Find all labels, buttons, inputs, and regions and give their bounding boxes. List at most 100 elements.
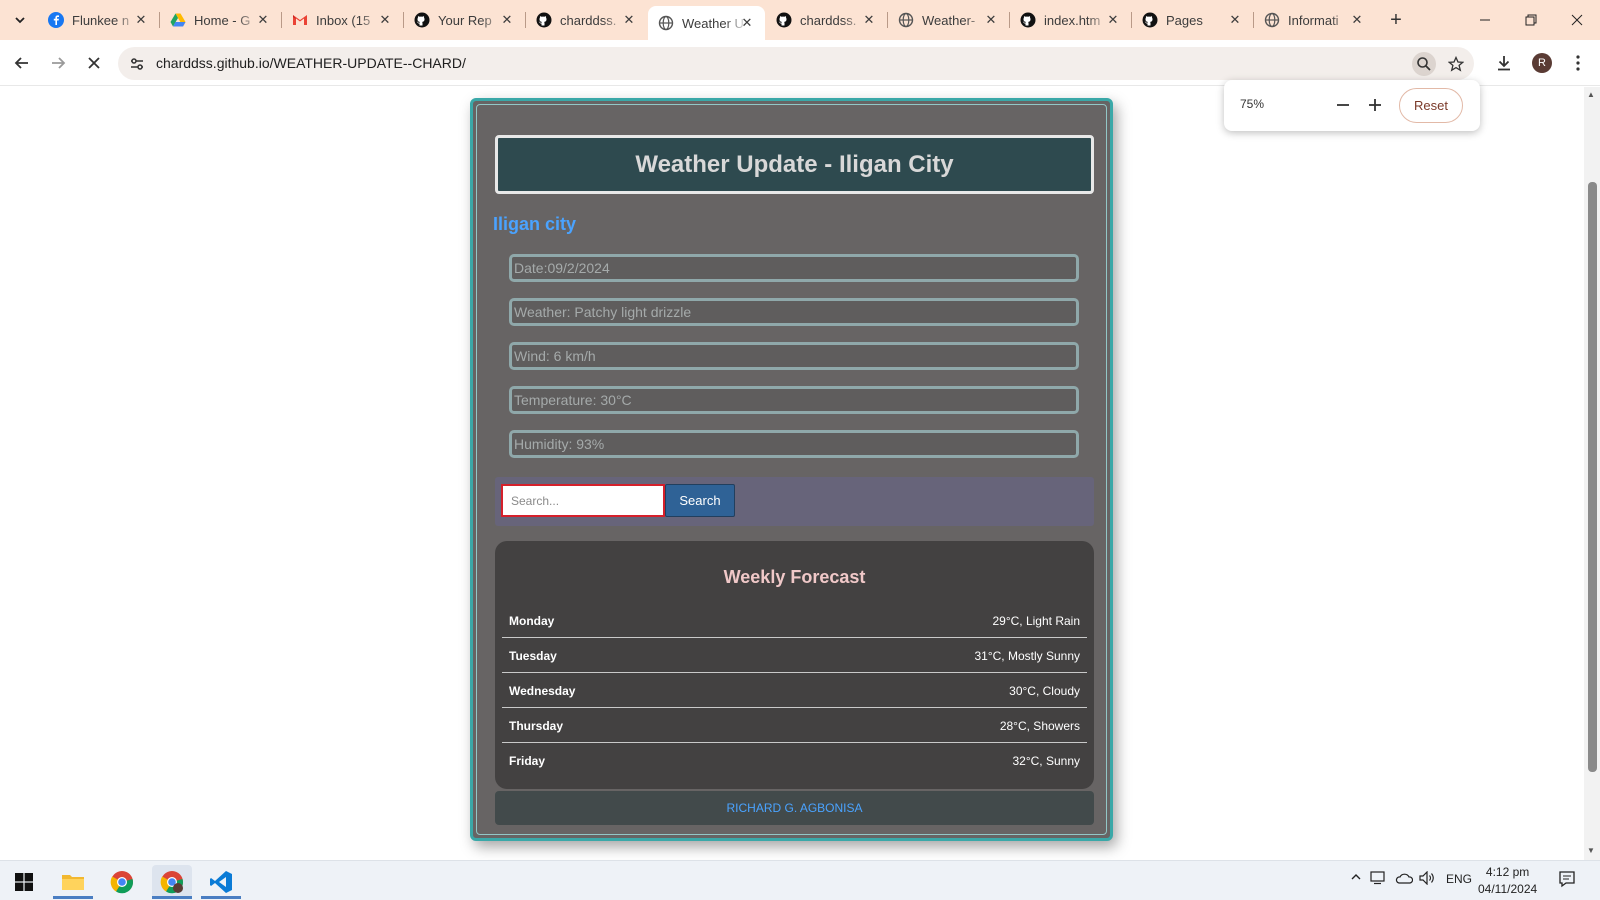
- wind-field: Wind: 6 km/h: [509, 342, 1079, 370]
- zoom-icon[interactable]: [1412, 52, 1436, 76]
- zoom-out-button[interactable]: [1330, 92, 1356, 118]
- browser-tab[interactable]: charddss. ✕: [526, 0, 647, 40]
- browser-tab[interactable]: Home - G ✕: [160, 0, 281, 40]
- plus-icon: [1369, 99, 1381, 111]
- file-explorer-button[interactable]: [53, 865, 93, 899]
- chrome-taskbar-button[interactable]: [102, 865, 142, 899]
- close-tab-icon[interactable]: ✕: [133, 12, 149, 28]
- profile-avatar[interactable]: R: [1532, 53, 1552, 73]
- minus-icon: [1337, 104, 1349, 106]
- browser-tab[interactable]: Informati ✕: [1254, 0, 1375, 40]
- tab-title: index.htm: [1044, 12, 1101, 28]
- forecast-title: Weekly Forecast: [723, 567, 866, 587]
- forecast-row: Monday 29°C, Light Rain: [502, 603, 1087, 638]
- chevron-down-icon: [15, 17, 25, 24]
- chrome-profile-taskbar-button[interactable]: [152, 865, 192, 899]
- close-icon: [1571, 14, 1583, 26]
- forward-button[interactable]: [44, 49, 72, 77]
- tab-search-button[interactable]: [8, 8, 32, 32]
- onedrive-icon[interactable]: [1395, 871, 1414, 888]
- close-tab-icon[interactable]: ✕: [499, 12, 515, 28]
- close-tab-icon[interactable]: ✕: [255, 12, 271, 28]
- scrollbar[interactable]: ▲ ▼: [1584, 87, 1600, 860]
- temperature-field: Temperature: 30°C: [509, 386, 1079, 414]
- forecast-row: Tuesday 31°C, Mostly Sunny: [502, 638, 1087, 673]
- volume-icon[interactable]: [1419, 870, 1435, 888]
- tab-title: Home - G: [194, 12, 251, 28]
- minimize-button[interactable]: [1462, 0, 1508, 40]
- scroll-down-icon[interactable]: ▼: [1587, 846, 1595, 855]
- downloads-button[interactable]: [1490, 49, 1518, 77]
- download-icon: [1498, 56, 1510, 71]
- network-icon[interactable]: [1370, 871, 1388, 888]
- search-input[interactable]: [501, 484, 665, 517]
- show-hidden-icons-icon[interactable]: [1350, 871, 1362, 886]
- clock[interactable]: 4:12 pm 04/11/2024: [1478, 864, 1537, 898]
- globe-icon: [658, 15, 674, 31]
- close-window-button[interactable]: [1554, 0, 1600, 40]
- city-name: Iligan city: [493, 214, 577, 234]
- browser-tab[interactable]: Inbox (15 ✕: [282, 0, 403, 40]
- forecast-row: Friday 32°C, Sunny: [502, 743, 1087, 778]
- forecast-day: Thursday: [509, 719, 564, 733]
- footer-author: RICHARD G. AGBONISA: [495, 791, 1094, 825]
- browser-tab[interactable]: Flunkee n ✕: [38, 0, 159, 40]
- browser-tab-active[interactable]: Weather U ✕: [648, 6, 765, 40]
- clock-date: 04/11/2024: [1478, 882, 1538, 896]
- gmail-icon: [292, 12, 308, 28]
- close-tab-icon[interactable]: ✕: [1349, 12, 1365, 28]
- restore-button[interactable]: [1508, 0, 1554, 40]
- tab-title: charddss.: [560, 12, 617, 28]
- zoom-in-button[interactable]: [1362, 92, 1388, 118]
- github-icon: [414, 12, 430, 28]
- close-icon: [88, 57, 100, 69]
- forecast-day: Tuesday: [509, 649, 557, 663]
- close-tab-icon[interactable]: ✕: [377, 12, 393, 28]
- stop-loading-button[interactable]: [80, 49, 108, 77]
- humidity-field: Humidity: 93%: [509, 430, 1079, 458]
- bookmark-star-icon[interactable]: [1444, 52, 1468, 76]
- start-button[interactable]: [4, 865, 44, 899]
- browser-tab[interactable]: Pages ✕: [1132, 0, 1253, 40]
- language-indicator[interactable]: ENG: [1446, 872, 1472, 886]
- weather-card: Weather Update - Iligan City Iligan city…: [470, 98, 1113, 841]
- tab-title: Inbox (15: [316, 12, 371, 28]
- address-bar[interactable]: charddss.github.io/WEATHER-UPDATE--CHARD…: [118, 47, 1474, 80]
- menu-button[interactable]: [1564, 49, 1592, 77]
- close-tab-icon[interactable]: ✕: [621, 12, 637, 28]
- vscode-taskbar-button[interactable]: [201, 865, 241, 899]
- tab-title: Informati: [1288, 12, 1339, 28]
- close-tab-icon[interactable]: ✕: [861, 12, 877, 28]
- chrome-icon: [110, 871, 134, 894]
- site-info-icon[interactable]: [128, 55, 146, 73]
- zoom-reset-button[interactable]: Reset: [1399, 88, 1463, 123]
- search-bar: Search: [495, 477, 1094, 526]
- arrow-right-icon: [52, 57, 66, 69]
- tab-title: Flunkee n: [72, 12, 130, 28]
- scrollbar-thumb[interactable]: [1588, 182, 1597, 772]
- back-button[interactable]: [8, 49, 36, 77]
- plus-icon: +: [1390, 8, 1402, 31]
- google-drive-icon: [170, 12, 186, 28]
- github-icon: [1142, 12, 1158, 28]
- new-tab-button[interactable]: +: [1384, 8, 1408, 32]
- taskbar: ENG 4:12 pm 04/11/2024: [0, 860, 1600, 900]
- close-tab-icon[interactable]: ✕: [739, 15, 755, 31]
- restore-icon: [1525, 14, 1537, 26]
- browser-tab[interactable]: Your Rep ✕: [404, 0, 525, 40]
- arrow-left-icon: [14, 57, 28, 69]
- tab-title: charddss.: [800, 12, 857, 28]
- scroll-up-icon[interactable]: ▲: [1587, 90, 1595, 99]
- browser-tab[interactable]: Weather- ✕: [888, 0, 1009, 40]
- notifications-icon[interactable]: [1558, 870, 1576, 891]
- browser-tab[interactable]: index.htm ✕: [1010, 0, 1131, 40]
- close-tab-icon[interactable]: ✕: [983, 12, 999, 28]
- github-icon: [536, 12, 552, 28]
- search-button[interactable]: Search: [665, 484, 735, 517]
- running-indicator: [53, 896, 93, 899]
- globe-icon: [1264, 12, 1280, 28]
- close-tab-icon[interactable]: ✕: [1105, 12, 1121, 28]
- close-tab-icon[interactable]: ✕: [1227, 12, 1243, 28]
- browser-tab[interactable]: charddss. ✕: [766, 0, 887, 40]
- forecast-row: Thursday 28°C, Showers: [502, 708, 1087, 743]
